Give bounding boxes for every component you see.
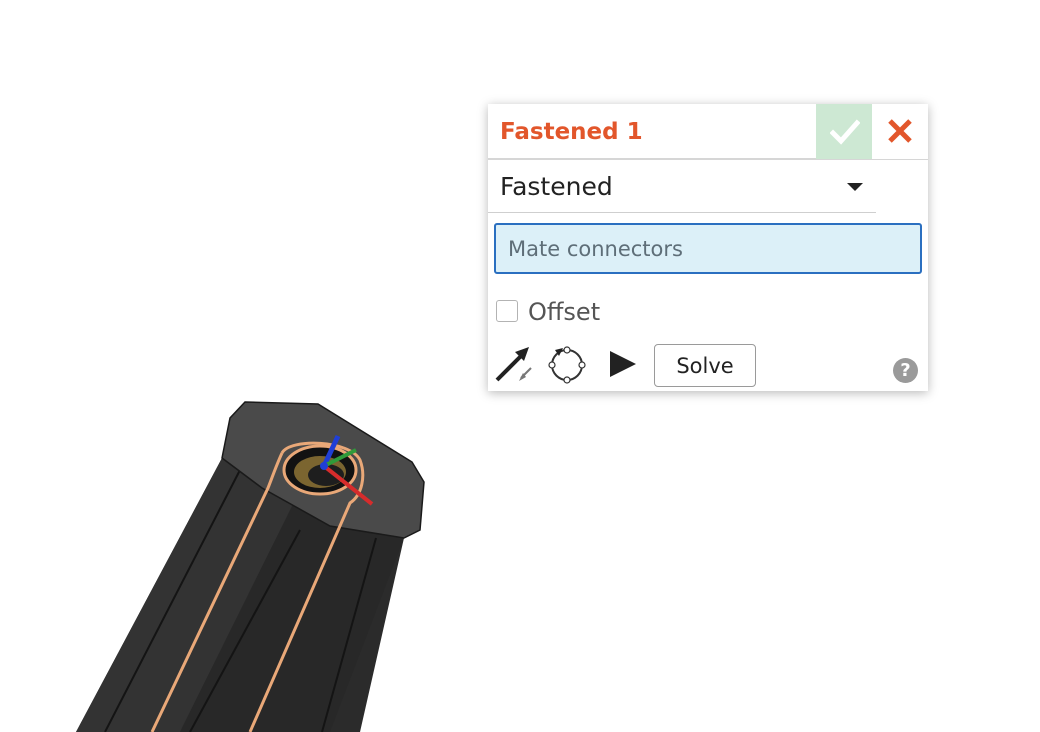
caret-down-icon [847, 183, 863, 191]
flip-primary-axis-icon [495, 347, 532, 382]
solve-button[interactable]: Solve [654, 344, 756, 387]
close-icon [888, 119, 912, 143]
check-icon [830, 119, 860, 145]
reorient-secondary-axis-icon [548, 346, 586, 384]
play-icon [610, 351, 636, 377]
dialog-title: Fastened 1 [500, 119, 643, 145]
mate-type-value: Fastened [500, 172, 613, 201]
mate-connectors-field[interactable] [494, 223, 922, 274]
flip-primary-axis-button[interactable] [493, 344, 535, 384]
mate-feature-dialog: Fastened 1 Fastened Offset [488, 104, 928, 391]
offset-checkbox[interactable] [496, 300, 518, 322]
offset-label: Offset [528, 298, 601, 326]
help-icon[interactable]: ? [893, 358, 918, 383]
close-button[interactable] [872, 104, 928, 159]
dialog-header: Fastened 1 [488, 104, 928, 160]
reorient-secondary-axis-button[interactable] [546, 344, 588, 384]
mate-type-select[interactable]: Fastened [488, 160, 876, 213]
animate-button[interactable] [606, 348, 638, 380]
accept-button[interactable] [816, 104, 872, 159]
